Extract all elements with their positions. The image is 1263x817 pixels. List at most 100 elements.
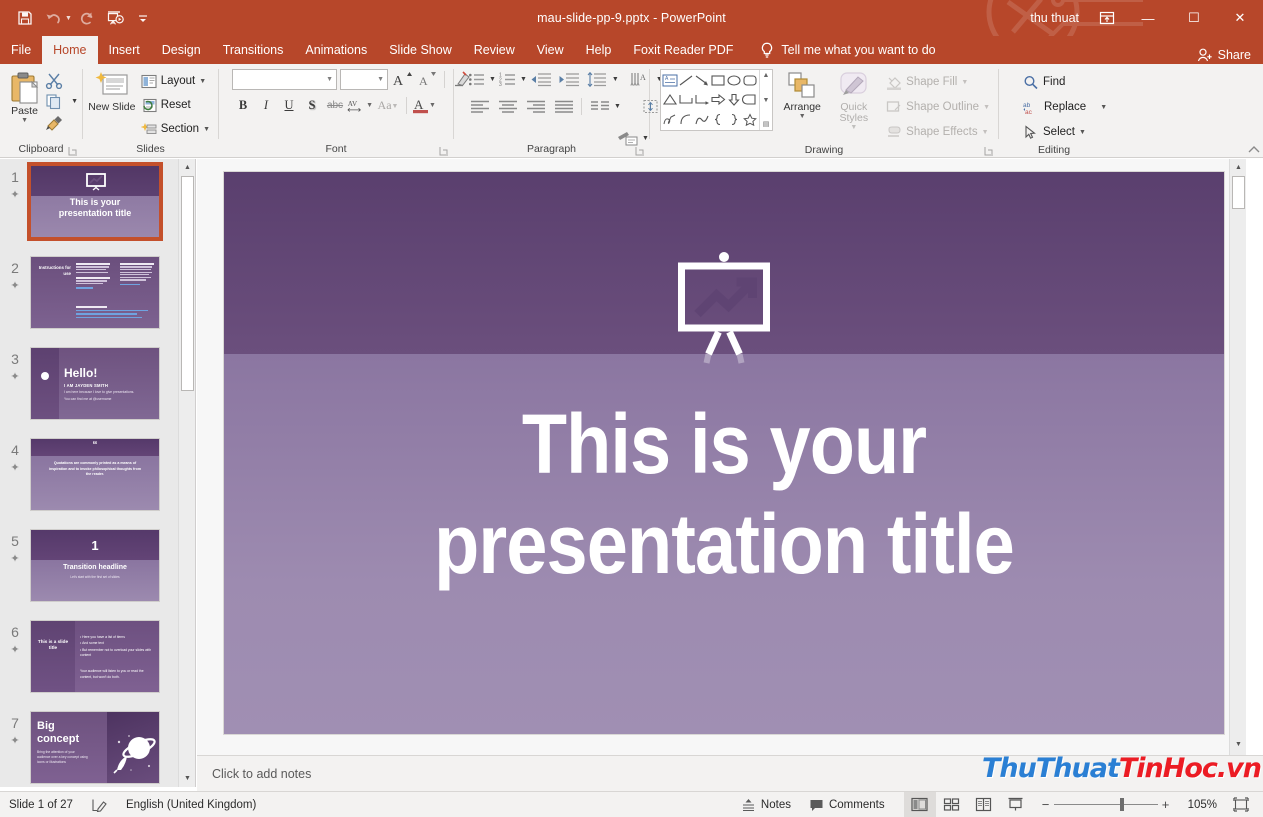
shape-elbow-connector[interactable] (678, 90, 694, 109)
layout-caret[interactable]: ▼ (199, 78, 206, 85)
notes-button[interactable]: Notes (732, 792, 800, 817)
underline-button[interactable]: U (278, 95, 300, 116)
comments-button[interactable]: Comments (800, 792, 894, 817)
font-color-button[interactable]: A ▼ (411, 95, 437, 116)
language-indicator[interactable]: English (United Kingdom) (117, 792, 265, 817)
spellcheck-button[interactable] (82, 792, 117, 817)
replace-caret[interactable]: ▼ (1100, 104, 1107, 111)
shape-effects-caret[interactable]: ▼ (982, 129, 989, 136)
slide-sorter-view-button[interactable] (936, 792, 968, 817)
slide-scrollbar-thumb[interactable] (1232, 176, 1245, 209)
gallery-scroll-down[interactable]: ▼ (763, 96, 770, 105)
new-slide-button[interactable]: New Slide (87, 69, 137, 113)
font-name-combo[interactable]: ▼ (232, 69, 337, 90)
replace-button[interactable]: ab ac Replace ▼ (1019, 96, 1111, 118)
zoom-track[interactable] (1053, 798, 1158, 811)
thumbnail-scrollbar-thumb[interactable] (181, 176, 194, 391)
tab-review[interactable]: Review (463, 36, 526, 64)
reset-button[interactable]: Reset (137, 94, 214, 116)
numbering-caret[interactable]: ▼ (520, 76, 527, 83)
shape-triangle[interactable] (662, 90, 678, 109)
columns-button[interactable] (586, 96, 613, 117)
normal-view-button[interactable] (903, 791, 936, 817)
shape-rounded-rectangle[interactable] (742, 71, 758, 90)
italic-button[interactable]: I (255, 95, 277, 116)
align-left-button[interactable] (466, 96, 493, 117)
maximize-button[interactable]: ☐ (1171, 0, 1217, 36)
drawing-dialog-launcher[interactable] (984, 146, 995, 157)
strikethrough-button[interactable]: abc (324, 95, 346, 116)
copy-button[interactable]: ▼ (45, 92, 78, 111)
thumbnail-slide-4[interactable]: 4 ✦ “ Quotations are commonly printed as… (0, 432, 195, 523)
bullets-caret[interactable]: ▼ (489, 76, 496, 83)
shape-fill-button[interactable]: Shape Fill ▼ (882, 71, 994, 93)
thumbnail-preview-1[interactable]: This is your presentation title (27, 162, 163, 241)
slide-scroll-down-button[interactable]: ▼ (1230, 736, 1247, 753)
font-size-caret[interactable]: ▼ (377, 76, 384, 83)
change-case-caret[interactable]: ▼ (392, 102, 399, 110)
zoom-level-label[interactable]: 105% (1180, 799, 1225, 811)
shape-arrow[interactable] (694, 71, 710, 90)
gallery-scroll-up[interactable]: ▲ (763, 71, 770, 80)
columns-caret[interactable]: ▼ (614, 103, 621, 110)
line-spacing-caret[interactable]: ▼ (612, 76, 619, 83)
tell-me-search[interactable]: Tell me what you want to do (744, 36, 945, 64)
share-button[interactable]: Share (1197, 48, 1251, 62)
gallery-expand[interactable]: ▤ (763, 120, 770, 129)
increase-font-size-button[interactable]: A (391, 69, 413, 90)
thumbnail-preview-3[interactable]: Hello! I AM JAYDEN SMITH I am here becau… (30, 347, 160, 420)
bold-button[interactable]: B (232, 95, 254, 116)
tab-home[interactable]: Home (42, 36, 98, 64)
slide-thumbnail-panel[interactable]: 1 ✦ This is your presentation title 2 ✦ … (0, 159, 196, 787)
find-button[interactable]: Find (1019, 71, 1069, 93)
tab-insert[interactable]: Insert (98, 36, 151, 64)
tab-slide-show[interactable]: Slide Show (378, 36, 463, 64)
character-spacing-button[interactable]: AV ▼ (347, 95, 373, 116)
reading-view-button[interactable] (968, 792, 1000, 817)
increase-indent-button[interactable] (556, 69, 583, 90)
shape-outline-button[interactable]: Shape Outline ▼ (882, 96, 994, 118)
redo-button[interactable] (74, 6, 100, 30)
zoom-in-button[interactable]: + (1158, 797, 1174, 812)
minimize-button[interactable]: — (1125, 0, 1171, 36)
shape-freeform[interactable] (694, 110, 710, 129)
tab-file[interactable]: File (0, 36, 42, 64)
justify-button[interactable] (550, 96, 577, 117)
thumbnail-scroll-up-button[interactable]: ▲ (179, 159, 195, 176)
section-button[interactable]: Section ▼ (137, 118, 214, 140)
thumbnail-panel-scrollbar[interactable]: ▲ ▼ (178, 159, 195, 787)
change-case-button[interactable]: Aa ▼ (374, 95, 402, 116)
thumbnail-slide-3[interactable]: 3 ✦ Hello! I AM JAYDEN SMITH I am here b… (0, 341, 195, 432)
customize-quick-access-button[interactable] (130, 6, 156, 30)
font-size-combo[interactable]: ▼ (340, 69, 388, 90)
select-caret[interactable]: ▼ (1079, 129, 1086, 136)
bullets-button[interactable] (466, 69, 488, 90)
thumbnail-scroll-down-button[interactable]: ▼ (179, 770, 195, 787)
thumbnail-preview-4[interactable]: “ Quotations are commonly printed as a m… (30, 438, 160, 511)
shapes-gallery-scrollbar[interactable]: ▲ ▼ ▤ (759, 70, 772, 130)
undo-dropdown-caret[interactable]: ▼ (65, 15, 72, 22)
thumbnail-slide-1[interactable]: 1 ✦ This is your presentation title (0, 159, 195, 250)
font-color-caret[interactable]: ▼ (429, 102, 436, 109)
numbering-button[interactable]: 1 2 3 (497, 69, 519, 90)
tab-help[interactable]: Help (575, 36, 623, 64)
slide-scroll-up-button[interactable]: ▲ (1230, 159, 1247, 176)
thumbnail-preview-2[interactable]: Instructions for use (30, 256, 160, 329)
arrange-button[interactable]: Arrange ▼ (779, 69, 825, 120)
shape-elbow-arrow[interactable] (694, 90, 710, 109)
thumbnail-slide-7[interactable]: 7 ✦ Big concept Bring the attention of y… (0, 705, 195, 787)
shape-line[interactable] (678, 71, 694, 90)
shape-outline-caret[interactable]: ▼ (983, 104, 990, 111)
start-slideshow-button[interactable] (102, 6, 128, 30)
arrange-caret[interactable]: ▼ (799, 113, 806, 120)
decrease-indent-button[interactable] (528, 69, 555, 90)
character-spacing-caret[interactable]: ▼ (366, 102, 373, 109)
quick-styles-button[interactable]: Quick Styles ▼ (831, 69, 876, 131)
decrease-font-size-button[interactable]: A (416, 69, 438, 90)
shape-left-brace[interactable] (710, 110, 726, 129)
undo-button[interactable] (40, 6, 66, 30)
shape-oval[interactable] (726, 71, 742, 90)
font-dialog-launcher[interactable] (439, 146, 450, 157)
save-button[interactable] (12, 6, 38, 30)
thumbnail-slide-5[interactable]: 5 ✦ 1 Transition headline Let's start wi… (0, 523, 195, 614)
